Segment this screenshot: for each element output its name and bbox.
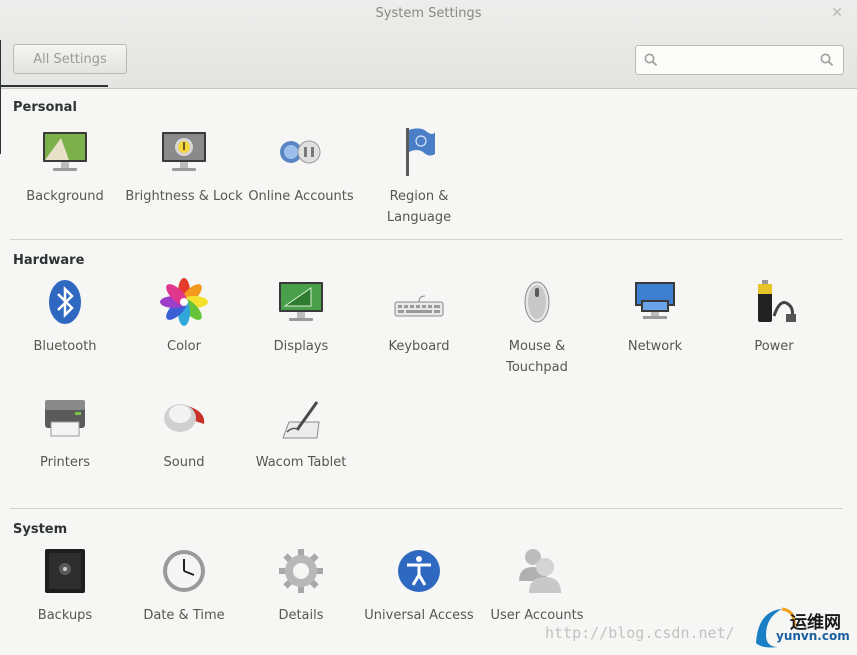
section-title-hardware: Hardware bbox=[13, 253, 85, 268]
window-title: System Settings bbox=[375, 6, 482, 21]
settings-item-label: User Accounts bbox=[490, 608, 584, 623]
power-icon bbox=[748, 278, 800, 330]
header-bar: System Settings ✕ All Settings bbox=[0, 0, 857, 89]
details-gear-icon bbox=[275, 547, 327, 599]
online-accounts-icon bbox=[275, 128, 327, 180]
settings-item-label: Wacom Tablet bbox=[255, 455, 347, 470]
search-clear-icon[interactable] bbox=[820, 53, 834, 67]
settings-item-label: Region & Language bbox=[386, 189, 452, 225]
sound-icon bbox=[158, 394, 210, 446]
settings-item-label: Printers bbox=[39, 455, 91, 470]
settings-item-user-accounts[interactable]: User Accounts bbox=[478, 547, 596, 626]
settings-item-date-time[interactable]: Date & Time bbox=[125, 547, 243, 626]
network-icon bbox=[629, 278, 681, 330]
search-input[interactable] bbox=[662, 50, 816, 72]
all-settings-button[interactable]: All Settings bbox=[13, 44, 127, 74]
settings-item-label: Universal Access bbox=[364, 608, 474, 623]
section-divider bbox=[10, 508, 843, 509]
settings-item-label: Displays bbox=[273, 339, 329, 354]
settings-item-bluetooth[interactable]: Bluetooth bbox=[6, 278, 124, 357]
mouse-icon bbox=[511, 278, 563, 330]
settings-item-region-language[interactable]: Region & Language bbox=[360, 128, 478, 228]
background-icon bbox=[39, 128, 91, 180]
settings-item-label: Backups bbox=[37, 608, 93, 623]
settings-item-backups[interactable]: Backups bbox=[6, 547, 124, 626]
settings-item-label: Network bbox=[627, 339, 683, 354]
focus-underline bbox=[0, 85, 108, 87]
settings-item-online-accounts[interactable]: Online Accounts bbox=[242, 128, 360, 207]
settings-item-label: Keyboard bbox=[388, 339, 450, 354]
settings-item-details[interactable]: Details bbox=[242, 547, 360, 626]
printer-icon bbox=[39, 394, 91, 446]
settings-item-printers[interactable]: Printers bbox=[6, 394, 124, 473]
settings-item-label: Sound bbox=[163, 455, 205, 470]
window-edge bbox=[0, 40, 1, 154]
settings-item-power[interactable]: Power bbox=[715, 278, 833, 357]
settings-item-wacom-tablet[interactable]: Wacom Tablet bbox=[242, 394, 360, 473]
settings-item-color[interactable]: Color bbox=[125, 278, 243, 357]
settings-item-label: Color bbox=[167, 339, 201, 354]
bluetooth-icon bbox=[39, 278, 91, 330]
settings-item-background[interactable]: Background bbox=[6, 128, 124, 207]
settings-item-mouse-touchpad[interactable]: Mouse & Touchpad bbox=[478, 278, 596, 378]
settings-item-displays[interactable]: Displays bbox=[242, 278, 360, 357]
settings-item-label: Brightness & Lock bbox=[125, 189, 243, 204]
settings-item-universal-access[interactable]: Universal Access bbox=[360, 547, 478, 626]
system-settings-window: System Settings ✕ All Settings Personal bbox=[0, 0, 857, 654]
brightness-lock-icon bbox=[158, 128, 210, 180]
settings-item-label: Online Accounts bbox=[248, 189, 354, 204]
settings-item-label: Bluetooth bbox=[33, 339, 97, 354]
settings-item-label: Date & Time bbox=[143, 608, 225, 623]
settings-item-sound[interactable]: Sound bbox=[125, 394, 243, 473]
watermark-url: http://blog.csdn.net/ bbox=[545, 624, 735, 642]
close-icon[interactable]: ✕ bbox=[831, 5, 843, 21]
displays-icon bbox=[275, 278, 327, 330]
user-accounts-icon bbox=[511, 547, 563, 599]
settings-item-label: Power bbox=[754, 339, 794, 354]
section-divider bbox=[10, 239, 843, 240]
settings-item-brightness-lock[interactable]: Brightness & Lock bbox=[125, 128, 243, 207]
settings-item-label: Background bbox=[26, 189, 104, 204]
search-field[interactable] bbox=[635, 45, 844, 75]
region-language-icon bbox=[393, 128, 445, 180]
settings-item-network[interactable]: Network bbox=[596, 278, 714, 357]
site-logo: 运维网 yunvn.com bbox=[752, 603, 852, 651]
wacom-tablet-icon bbox=[275, 394, 327, 446]
section-title-system: System bbox=[13, 522, 68, 537]
universal-access-icon bbox=[393, 547, 445, 599]
keyboard-icon bbox=[393, 278, 445, 330]
settings-item-label: Details bbox=[278, 608, 324, 623]
backups-icon bbox=[39, 547, 91, 599]
settings-item-label: Mouse & Touchpad bbox=[506, 339, 568, 375]
section-title-personal: Personal bbox=[13, 100, 77, 115]
color-icon bbox=[158, 278, 210, 330]
clock-icon bbox=[158, 547, 210, 599]
logo-en-text: yunvn.com bbox=[776, 629, 850, 643]
search-icon bbox=[644, 53, 658, 67]
settings-item-keyboard[interactable]: Keyboard bbox=[360, 278, 478, 357]
